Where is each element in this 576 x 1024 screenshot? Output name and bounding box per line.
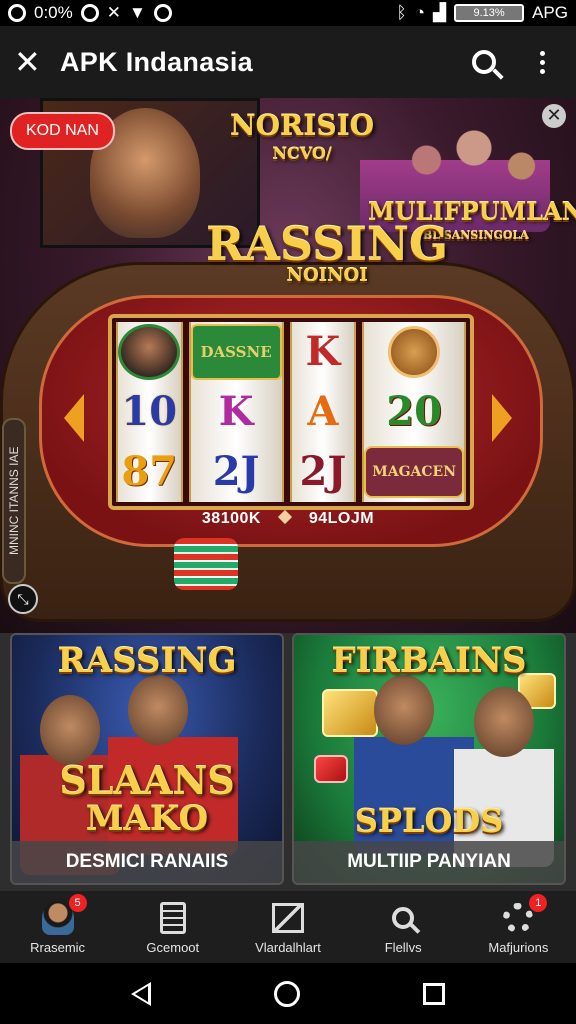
promo-card-caption[interactable]: MULTIIP PANYIAN [294, 841, 564, 883]
reel: 10 87 [116, 322, 183, 502]
hero-banner[interactable]: KOD NAN ✕ NORISIO NCVO/ MULIFPUMLAN BL S… [0, 98, 576, 633]
promo-card-headline: SPLODS [354, 802, 504, 840]
map-icon [271, 902, 304, 933]
reel-symbol-label: MAGACEN [364, 446, 464, 498]
back-icon[interactable] [131, 981, 152, 1006]
side-menu-button[interactable]: ⤡ [8, 584, 38, 614]
reel: K A 2J [289, 322, 357, 502]
coin-symbol-icon [388, 326, 441, 378]
search-icon [472, 50, 496, 74]
notification-badge: 5 [68, 893, 87, 912]
bluetooth-icon: ᛒ [396, 3, 407, 22]
more-options-button[interactable] [522, 42, 562, 82]
promo-card-headline: MAKO [85, 799, 209, 839]
timer-icon [153, 4, 172, 22]
nav-label: Gcemoot [146, 939, 200, 955]
promo-card-caption[interactable]: DESMICI RANAIIS [12, 841, 282, 883]
nav-label: Mafjurions [488, 939, 549, 955]
nav-item-rrasemic[interactable]: 5 Rrasemic [3, 893, 113, 955]
portrait-symbol-icon [118, 324, 181, 380]
promo-cards: RASSING SLAANS MAKO DESMICI RANAIIS FIRB… [0, 633, 576, 891]
readout-right: 94LOJM [308, 510, 375, 527]
search-button[interactable] [464, 42, 504, 82]
reel: DASSNE K 2J [188, 322, 284, 502]
sync-icon [8, 4, 26, 22]
chip-stack-image [174, 538, 238, 590]
win-readout: 38100K 94LOJM [0, 509, 576, 528]
nav-label: Rrasemic [30, 939, 86, 955]
search-icon [392, 906, 415, 929]
wifi-strength-icon: ◔ [414, 3, 426, 22]
wifi-icon: ▼ [129, 3, 146, 22]
more-vert-icon [539, 50, 545, 74]
nav-label: Flellvs [384, 939, 422, 955]
reel-symbol-label: DASSNE [190, 324, 282, 380]
reel-symbol: 87 [121, 448, 178, 495]
reel-symbol: A [307, 388, 339, 435]
home-icon[interactable] [273, 980, 300, 1007]
page-title: APK Indanasia [60, 46, 253, 77]
nav-item-gcemoot[interactable]: Gcemoot [118, 900, 228, 955]
reel-prev-arrow-icon[interactable] [64, 394, 84, 442]
reel-symbol: 2J [299, 448, 347, 495]
signal-off-icon: ✕ [106, 3, 121, 22]
notification-badge: 1 [529, 893, 548, 912]
reel-symbol: 10 [121, 388, 178, 435]
logo-main: RASSING NOINOI [206, 221, 448, 286]
gear-icon [503, 902, 534, 933]
promo-card-headline: SLAANS [59, 758, 235, 803]
gift-icon [314, 755, 348, 783]
document-icon [159, 901, 186, 934]
logo-top-text: NORISIO [230, 109, 375, 142]
reel-symbol: 20 [386, 388, 442, 435]
close-icon[interactable]: ✕ [14, 43, 54, 81]
cell-signal-icon: ▟ [433, 3, 447, 22]
promo-card-header: RASSING [57, 641, 237, 681]
app-bar: ✕ APK Indanasia [0, 26, 576, 98]
reel-symbol-box: MAGACEN [364, 444, 464, 500]
reel-symbol-chip [364, 324, 464, 380]
side-label: MNINC ITANNS IAE [2, 418, 26, 584]
dismiss-banner-button[interactable]: ✕ [542, 104, 566, 128]
logo-main-text: RASSING [206, 217, 449, 271]
status-left-text: 0:0% [34, 3, 73, 22]
reel-symbol-box: DASSNE [190, 324, 282, 380]
bottom-navigation: 5 Rrasemic Gcemoot Vlardalhlart Flellvs … [0, 891, 576, 963]
reel-next-arrow-icon[interactable] [492, 394, 512, 442]
reel-symbol: K [305, 328, 341, 375]
slot-reels[interactable]: 10 87 DASSNE K 2J K A 2J 20 MAGACEN [108, 314, 474, 510]
promo-card-header: FIRBAINS [331, 641, 527, 681]
battery-indicator: 9.13% [454, 4, 525, 22]
carrier-label: APG [532, 3, 568, 22]
reel-symbol: 2J [212, 448, 260, 495]
system-navigation-bar [0, 963, 576, 1024]
promo-card-1[interactable]: RASSING SLAANS MAKO DESMICI RANAIIS [10, 633, 284, 885]
logo-top: NORISIO NCVO/ [230, 112, 374, 168]
readout-left: 38100K [201, 510, 261, 527]
promo-card-2[interactable]: FIRBAINS SPLODS MULTIIP PANYIAN [292, 633, 566, 885]
reel: 20 MAGACEN [362, 322, 466, 502]
promo-badge[interactable]: KOD NAN [10, 112, 115, 150]
nav-item-vlardalhlart[interactable]: Vlardalhlart [233, 900, 343, 955]
logo-top-sub: NCVO/ [272, 144, 332, 163]
reel-symbol-face [118, 324, 181, 380]
nav-label: Vlardalhlart [255, 939, 321, 955]
nav-item-mafjurions[interactable]: 1 Mafjurions [463, 893, 573, 955]
status-bar: 0:0% ✕ ▼ ᛒ ◔ ▟ 9.13% APG [0, 0, 576, 26]
diamond-icon [277, 509, 292, 525]
nav-item-flellvs[interactable]: Flellvs [348, 900, 458, 955]
reel-symbol: K [218, 388, 254, 435]
alarm-icon [80, 4, 99, 22]
recents-icon[interactable] [422, 982, 445, 1005]
